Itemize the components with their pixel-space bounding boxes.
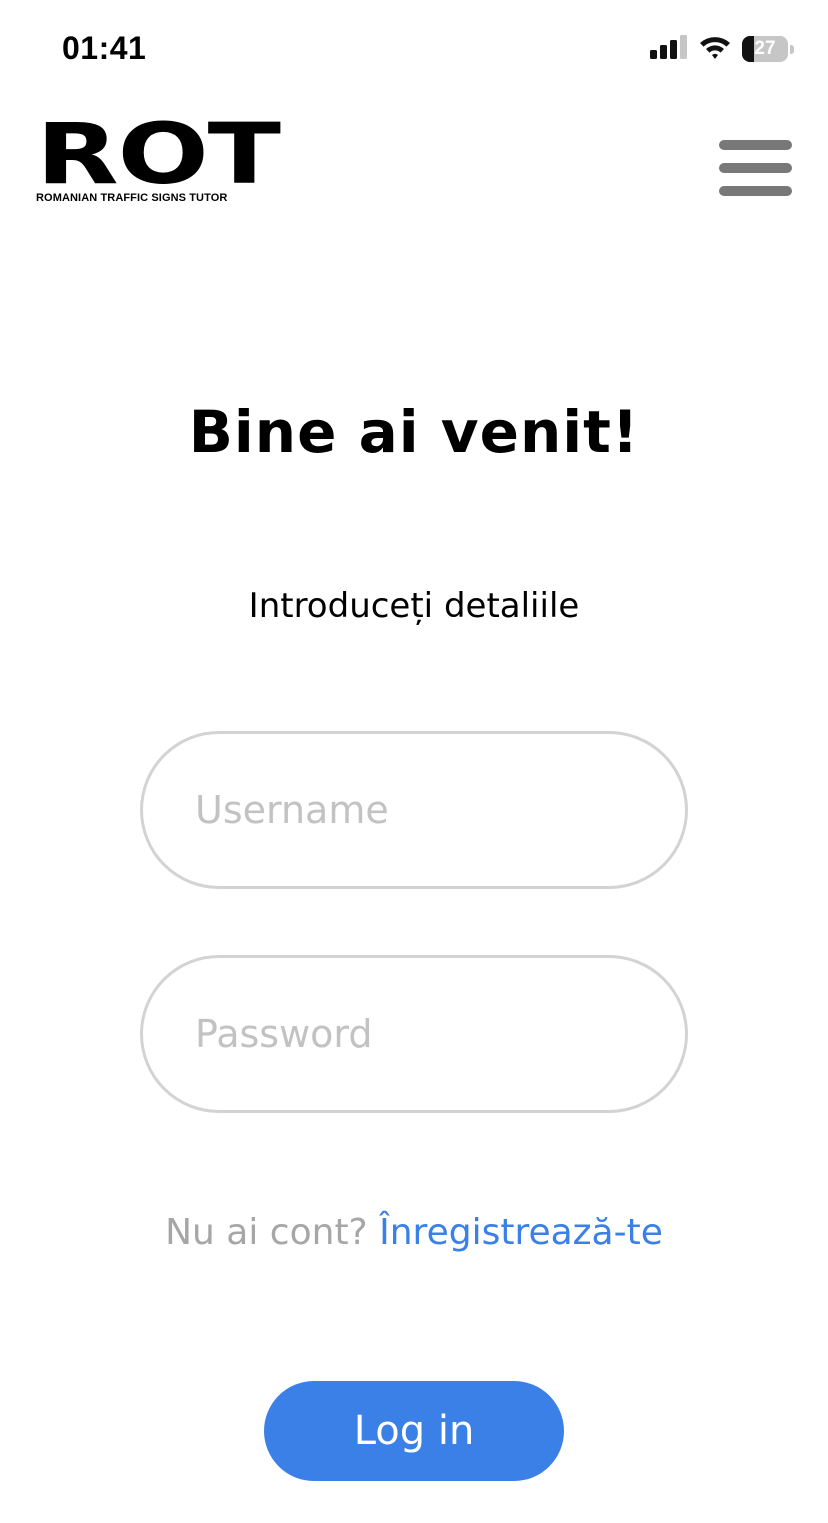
battery-icon: 27 [742, 36, 794, 62]
menu-bar-middle [719, 163, 792, 173]
page-subtitle: Introduceți detaliile [248, 586, 580, 626]
password-input[interactable] [140, 955, 688, 1113]
hamburger-menu-icon[interactable] [719, 140, 792, 198]
battery-percent: 27 [754, 38, 776, 59]
signup-link[interactable]: Înregistrează-te [379, 1212, 663, 1253]
username-input[interactable] [140, 731, 688, 889]
login-button[interactable]: Log in [264, 1381, 564, 1481]
app-logo[interactable]: ROT ROMANIAN TRAFFIC SIGNS TUTOR [36, 112, 281, 204]
menu-bar-top [719, 140, 792, 150]
signup-prompt-line: Nu ai cont? Înregistrează-te [0, 1212, 828, 1253]
signup-prompt: Nu ai cont? [165, 1212, 368, 1253]
page-title: Bine ai venit! [188, 398, 640, 466]
logo-text: ROT [36, 105, 281, 203]
battery-level: 27 [742, 36, 788, 62]
wifi-icon [698, 34, 732, 64]
status-icons: 27 [650, 34, 794, 64]
menu-bar-bottom [719, 186, 792, 196]
status-time: 01:41 [62, 30, 147, 66]
signal-icon [650, 35, 688, 63]
